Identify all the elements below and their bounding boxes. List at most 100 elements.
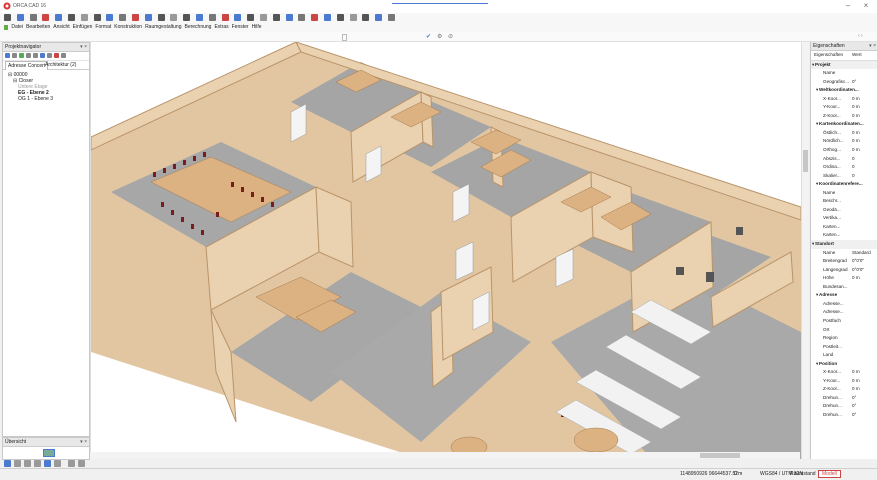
- expand-chevron-icon[interactable]: ▾: [816, 180, 818, 189]
- property-section[interactable]: Weltkoordinaten... ▾: [811, 86, 877, 95]
- property-value[interactable]: 0 m: [852, 274, 860, 283]
- text-icon[interactable]: [311, 14, 319, 21]
- 3d-viewport[interactable]: [90, 42, 801, 459]
- new-icon[interactable]: [4, 14, 11, 21]
- tree-item[interactable]: OG 1 - Ebene 3: [3, 96, 89, 102]
- property-section[interactable]: Projekt ▾: [811, 60, 877, 70]
- pointer-icon[interactable]: [93, 14, 101, 21]
- property-row[interactable]: Drehun... 0°: [811, 394, 877, 403]
- tab-architektur[interactable]: Architektur (2): [43, 61, 78, 69]
- open-icon[interactable]: [29, 14, 37, 21]
- expand-chevron-icon[interactable]: ▾: [816, 86, 818, 95]
- property-value[interactable]: 0 m: [852, 95, 860, 104]
- property-row[interactable]: Nördlich... 0 m: [811, 137, 877, 146]
- tab-adresse[interactable]: Adresse Concert: [5, 61, 49, 70]
- expand-chevron-icon[interactable]: ▾: [812, 240, 814, 249]
- measure-icon[interactable]: [208, 14, 216, 21]
- property-row[interactable]: Skalier... 0: [811, 172, 877, 181]
- confirm-icon[interactable]: ✔: [426, 33, 431, 40]
- property-row[interactable]: Orthog... 0 m: [811, 146, 877, 155]
- property-value[interactable]: 0 m: [852, 137, 860, 146]
- property-value[interactable]: 0°0'0": [852, 266, 864, 275]
- view-2d-icon[interactable]: [4, 460, 11, 467]
- settings-icon[interactable]: [375, 14, 383, 21]
- cancel-icon[interactable]: ⊘: [448, 33, 453, 40]
- view-dropdown[interactable]: [342, 34, 347, 41]
- redo-icon[interactable]: [80, 14, 88, 21]
- property-row[interactable]: Karten...: [811, 223, 877, 232]
- view-elevation-icon[interactable]: [34, 460, 41, 467]
- toolbar-options-icon[interactable]: ‹ ›: [858, 33, 863, 39]
- save-icon[interactable]: [16, 14, 24, 21]
- property-row[interactable]: Land: [811, 351, 877, 360]
- property-row[interactable]: Ordina... 0: [811, 163, 877, 172]
- status-mode[interactable]: Modell: [818, 470, 841, 478]
- property-value[interactable]: 0 m: [852, 385, 860, 394]
- property-value[interactable]: 0: [852, 172, 855, 181]
- menu-bearbeiten[interactable]: Bearbeiten: [26, 23, 50, 32]
- zoom-window-icon[interactable]: [132, 14, 139, 21]
- print-icon[interactable]: [55, 14, 63, 21]
- property-row[interactable]: X-Koor... 0 m: [811, 95, 877, 104]
- property-row[interactable]: Ort: [811, 326, 877, 335]
- viewport-horizontal-scrollbar[interactable]: [90, 452, 800, 459]
- property-value[interactable]: Standard: [852, 249, 871, 258]
- property-row[interactable]: Geodä...: [811, 206, 877, 215]
- property-section[interactable]: Koordinatenrefere... ▾: [811, 180, 877, 189]
- nav-add-icon[interactable]: [5, 53, 10, 58]
- view-grid-icon[interactable]: [78, 460, 85, 467]
- panel-close-icon[interactable]: ▾ ×: [80, 43, 87, 51]
- select-icon[interactable]: [106, 14, 114, 21]
- property-value[interactable]: 0°0'0": [852, 257, 864, 266]
- move-icon[interactable]: [157, 14, 165, 21]
- gear-icon[interactable]: ⚙: [437, 33, 442, 40]
- nav-filter-icon[interactable]: [40, 53, 45, 58]
- expand-chevron-icon[interactable]: ▾: [812, 61, 814, 70]
- property-row[interactable]: Adresse...: [811, 308, 877, 317]
- wall-icon[interactable]: [247, 14, 255, 21]
- dimension-icon[interactable]: [324, 14, 331, 21]
- property-row[interactable]: Geografisc... 0°: [811, 78, 877, 87]
- horizontal-scroll-thumb[interactable]: [700, 453, 740, 458]
- property-row[interactable]: Name: [811, 69, 877, 78]
- property-row[interactable]: Abszis... 0: [811, 155, 877, 164]
- property-row[interactable]: Z-Koor... 0 m: [811, 385, 877, 394]
- properties-close-icon[interactable]: ▾ ×: [869, 42, 876, 50]
- property-section[interactable]: Kartenkoordinaten... ▾: [811, 120, 877, 129]
- property-value[interactable]: 0 m: [852, 129, 860, 138]
- nav-delete-icon[interactable]: [47, 53, 52, 58]
- window-icon[interactable]: [272, 14, 280, 21]
- view-3d-icon[interactable]: [349, 14, 357, 21]
- array-icon[interactable]: [196, 14, 203, 21]
- property-value[interactable]: 0°: [852, 394, 856, 403]
- property-row[interactable]: Drehun... 0°: [811, 411, 877, 420]
- help-icon[interactable]: [388, 14, 395, 21]
- rotate-icon[interactable]: [170, 14, 178, 21]
- render-icon[interactable]: [362, 14, 370, 21]
- property-value[interactable]: 0°: [852, 411, 856, 420]
- undo-icon[interactable]: [68, 14, 75, 21]
- menu-hilfe[interactable]: Hilfe: [252, 23, 262, 32]
- overview-canvas[interactable]: [3, 447, 89, 459]
- vertical-scroll-thumb[interactable]: [803, 150, 808, 172]
- expand-chevron-icon[interactable]: ▾: [816, 360, 818, 369]
- property-section[interactable]: Position ▾: [811, 360, 877, 369]
- property-row[interactable]: Postleit...: [811, 343, 877, 352]
- property-value[interactable]: 0 m: [852, 146, 860, 155]
- nav-down-icon[interactable]: [33, 53, 38, 58]
- property-row[interactable]: Postfach: [811, 317, 877, 326]
- property-row[interactable]: Höhe 0 m: [811, 274, 877, 283]
- view-section-icon[interactable]: [24, 460, 31, 467]
- nav-level-icon[interactable]: [19, 53, 24, 58]
- property-value[interactable]: 0 m: [852, 368, 860, 377]
- menu-einfügen[interactable]: Einfügen: [73, 23, 93, 32]
- minimize-button[interactable]: –: [842, 1, 854, 11]
- menu-format[interactable]: Format: [95, 23, 111, 32]
- property-row[interactable]: Drehun... 0°: [811, 402, 877, 411]
- grid-icon[interactable]: [234, 14, 242, 21]
- stair-icon[interactable]: [285, 14, 293, 21]
- property-value[interactable]: 0 m: [852, 112, 860, 121]
- door-icon[interactable]: [260, 14, 267, 21]
- menu-konstruktion[interactable]: Konstruktion: [114, 23, 142, 32]
- property-row[interactable]: Name: [811, 189, 877, 198]
